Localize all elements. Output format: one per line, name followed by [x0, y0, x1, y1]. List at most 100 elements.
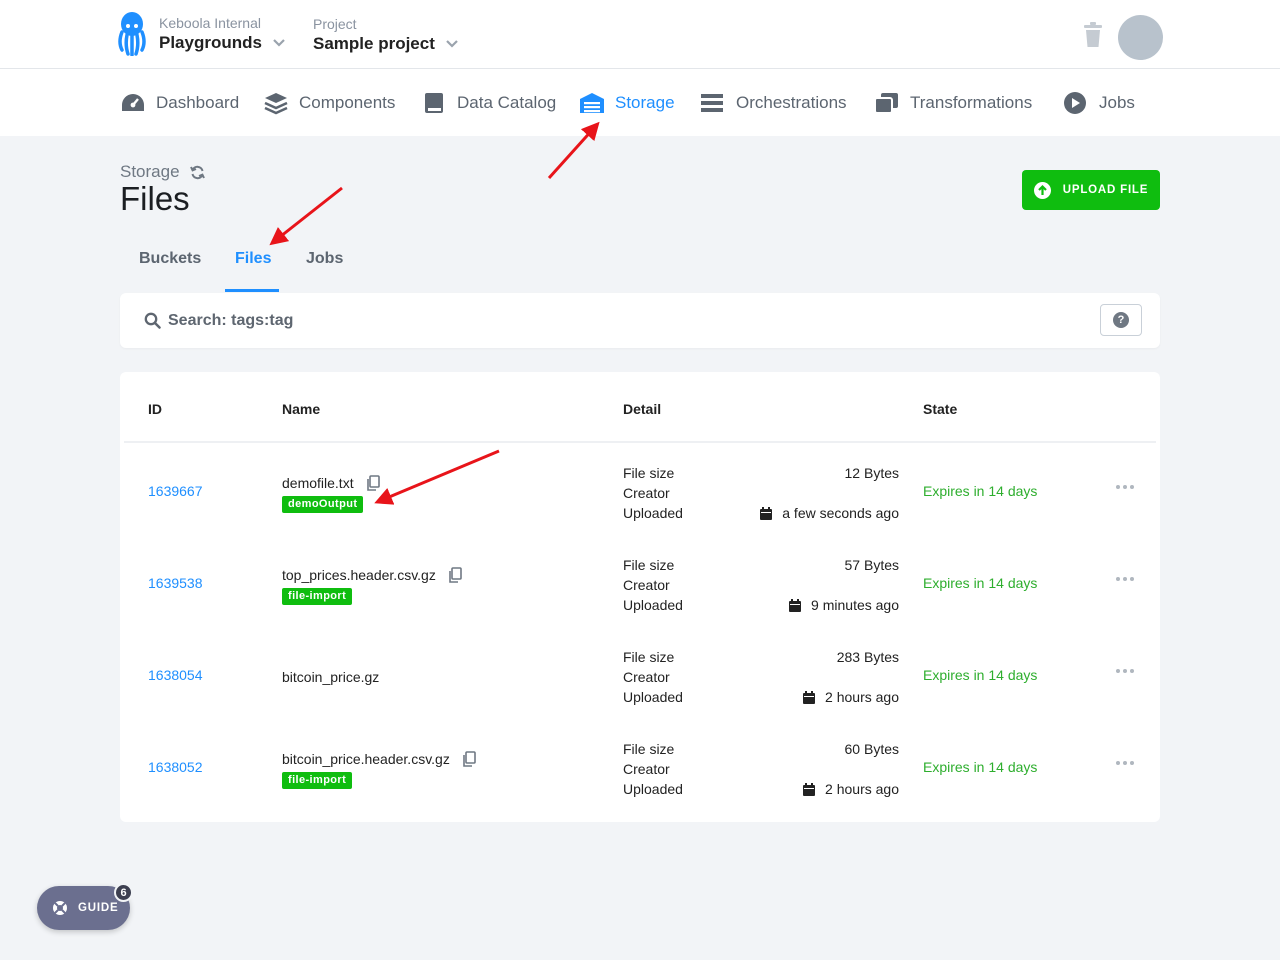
project-value: Sample project — [313, 34, 435, 53]
nav-item-orchestrations[interactable]: Orchestrations — [700, 91, 847, 115]
column-header-state: State — [923, 401, 958, 417]
nav-item-storage[interactable]: Storage — [579, 91, 675, 115]
detail-value-uploaded: 9 minutes ago — [789, 595, 899, 615]
detail-label-uploaded: Uploaded — [623, 781, 683, 797]
detail-value-uploaded: 2 hours ago — [803, 779, 899, 799]
detail-value-uploaded: a few seconds ago — [760, 503, 899, 523]
search-help-button[interactable]: ? — [1100, 304, 1142, 336]
file-tag-badge[interactable]: file-import — [282, 588, 353, 605]
nav-item-label: Transformations — [910, 93, 1033, 112]
file-name-text: bitcoin_price.header.csv.gz — [282, 751, 450, 767]
detail-label-uploaded: Uploaded — [623, 505, 683, 521]
organization-label: Keboola Internal — [159, 15, 261, 31]
detail-label-file-size: File size — [623, 465, 675, 481]
detail-value-file-size: 57 Bytes — [844, 557, 899, 573]
search-icon — [144, 312, 161, 329]
file-id-link[interactable]: 1638052 — [148, 759, 203, 775]
cards-icon — [874, 93, 898, 114]
file-tag-badge[interactable]: demoOutput — [282, 496, 364, 513]
column-header-name: Name — [282, 401, 321, 417]
uploaded-time: 2 hours ago — [825, 689, 899, 705]
file-state: Expires in 14 days — [923, 667, 1038, 683]
detail-label-creator: Creator — [623, 669, 670, 685]
copy-icon[interactable] — [448, 567, 462, 583]
nav-item-jobs[interactable]: Jobs — [1063, 91, 1135, 115]
keboola-logo-icon[interactable] — [116, 12, 148, 56]
more-actions-icon[interactable] — [1116, 577, 1136, 583]
file-id-link[interactable]: 1639667 — [148, 483, 203, 499]
detail-value-uploaded: 2 hours ago — [803, 687, 899, 707]
detail-label-file-size: File size — [623, 741, 675, 757]
nav-item-data-catalog[interactable]: Data Catalog — [421, 91, 556, 115]
chevron-down-icon — [273, 39, 285, 47]
detail-label-file-size: File size — [623, 557, 675, 573]
user-avatar[interactable] — [1118, 15, 1163, 60]
question-icon: ? — [1113, 312, 1129, 328]
table-row[interactable]: 1639667 demofile.txt demoOutput File siz… — [120, 447, 1160, 539]
nav-item-label: Jobs — [1099, 93, 1135, 112]
upload-file-label: UPLOAD FILE — [1062, 184, 1149, 196]
nav-item-label: Dashboard — [156, 93, 240, 112]
nav-item-dashboard[interactable]: Dashboard — [120, 91, 239, 115]
header-divider — [124, 441, 1156, 443]
tab-files[interactable]: Files — [235, 250, 271, 268]
detail-label-uploaded: Uploaded — [623, 689, 683, 705]
nav-item-components[interactable]: Components — [263, 91, 395, 115]
trash-icon[interactable] — [1083, 22, 1103, 48]
search-bar[interactable]: Search: tags:tag ? — [120, 293, 1160, 348]
copy-icon[interactable] — [462, 751, 476, 767]
more-actions-icon[interactable] — [1116, 669, 1136, 675]
refresh-icon[interactable] — [189, 165, 205, 180]
uploaded-time: 2 hours ago — [825, 781, 899, 797]
breadcrumb-storage[interactable]: Storage — [120, 162, 180, 182]
upload-circle-icon — [1033, 181, 1051, 199]
table-row[interactable]: 1638054 bitcoin_price.gz File size Creat… — [120, 631, 1160, 723]
layers-icon — [264, 93, 288, 115]
file-state: Expires in 14 days — [923, 483, 1038, 499]
file-name: demofile.txt — [282, 475, 380, 491]
guide-label: GUIDE — [78, 902, 119, 914]
file-name-text: bitcoin_price.gz — [282, 669, 380, 685]
tab-buckets[interactable]: Buckets — [139, 250, 201, 268]
detail-label-file-size: File size — [623, 649, 675, 665]
project-label: Project — [313, 16, 357, 32]
search-input[interactable]: Search: tags:tag — [168, 312, 293, 330]
top-bar: Keboola Internal Playgrounds Project Sam… — [0, 0, 1280, 69]
file-name: top_prices.header.csv.gz — [282, 567, 462, 583]
more-actions-icon[interactable] — [1116, 485, 1136, 491]
tab-jobs[interactable]: Jobs — [306, 250, 343, 268]
file-id-link[interactable]: 1638054 — [148, 667, 203, 683]
file-name-text: demofile.txt — [282, 475, 354, 491]
detail-label-uploaded: Uploaded — [623, 597, 683, 613]
files-table: ID Name Detail State 1639667 demofile.tx… — [120, 372, 1160, 822]
calendar-icon — [803, 690, 816, 704]
detail-value-file-size: 60 Bytes — [844, 741, 899, 757]
file-name: bitcoin_price.header.csv.gz — [282, 751, 476, 767]
copy-icon[interactable] — [366, 475, 380, 491]
file-name: bitcoin_price.gz — [282, 669, 379, 685]
file-id-link[interactable]: 1639538 — [148, 575, 203, 591]
annotation-arrow-files-tab — [269, 186, 343, 246]
more-actions-icon[interactable] — [1116, 761, 1136, 767]
guide-count-badge: 6 — [114, 883, 133, 902]
play-circle-icon — [1064, 92, 1086, 114]
bars-icon — [701, 94, 723, 112]
table-row[interactable]: 1639538 top_prices.header.csv.gz file-im… — [120, 539, 1160, 631]
nav-item-label: Orchestrations — [736, 93, 847, 112]
calendar-icon — [789, 598, 802, 612]
book-icon — [425, 93, 443, 113]
upload-file-button[interactable]: UPLOAD FILE — [1022, 170, 1160, 210]
project-selector[interactable]: Project Sample project — [313, 15, 459, 55]
lifebuoy-icon — [53, 901, 67, 915]
detail-label-creator: Creator — [623, 577, 670, 593]
nav-item-transformations[interactable]: Transformations — [874, 91, 1032, 115]
table-row[interactable]: 1638052 bitcoin_price.header.csv.gz file… — [120, 723, 1160, 815]
nav-item-label: Storage — [615, 93, 675, 112]
nav-item-label: Data Catalog — [457, 93, 557, 112]
file-state: Expires in 14 days — [923, 759, 1038, 775]
organization-selector[interactable]: Keboola Internal Playgrounds — [159, 14, 286, 54]
uploaded-time: 9 minutes ago — [811, 597, 899, 613]
uploaded-time: a few seconds ago — [782, 505, 899, 521]
file-tag-badge[interactable]: file-import — [282, 772, 353, 789]
active-tab-indicator — [225, 289, 279, 292]
